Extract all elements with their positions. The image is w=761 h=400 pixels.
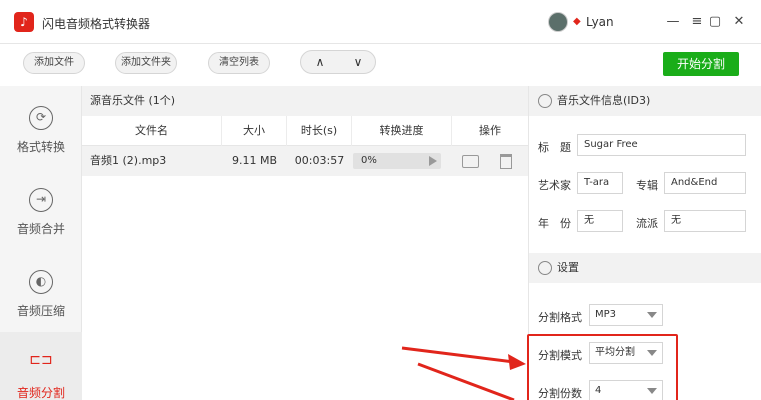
split-icon: ⊏⊐ [29, 352, 53, 368]
clear-list-button[interactable]: 清空列表 [208, 52, 270, 74]
avatar[interactable] [548, 12, 568, 32]
genre-field[interactable]: 无 [664, 210, 746, 232]
format-value: MP3 [595, 309, 617, 320]
add-folder-button[interactable]: 添加文件夹 [115, 52, 177, 74]
genre-label: 流派 [636, 217, 658, 230]
column-header-duration: 时长(s) [287, 116, 352, 146]
title-field[interactable]: Sugar Free [577, 134, 746, 156]
move-down-button[interactable]: ∨ [339, 51, 377, 73]
headphones-icon [538, 94, 552, 108]
vip-badge-icon: ◆ [573, 16, 581, 27]
column-header-name: 文件名 [82, 116, 222, 146]
album-label: 专辑 [636, 179, 658, 192]
play-icon[interactable] [429, 156, 437, 166]
annotation-arrows [401, 346, 526, 400]
trash-icon[interactable] [500, 154, 512, 169]
compress-icon: ◐ [29, 270, 53, 294]
title-bar: ♪ 闪电音频格式转换器 ◆ Lyan — ≡ ▢ ✕ [0, 0, 761, 44]
minimize-button[interactable]: — [664, 12, 682, 32]
sidebar-item-format-convert[interactable]: ⟳ 格式转换 [0, 86, 82, 168]
format-label: 分割格式 [538, 311, 582, 324]
folder-icon[interactable] [462, 155, 479, 168]
sidebar-item-label: 音频压缩 [16, 304, 65, 318]
gear-icon [538, 261, 552, 275]
app-title: 闪电音频格式转换器 [42, 17, 151, 31]
sidebar-item-audio-merge[interactable]: ⇥ 音频合并 [0, 168, 82, 250]
add-file-button[interactable]: 添加文件 [23, 52, 85, 74]
year-label: 年 份 [538, 217, 571, 230]
artist-label: 艺术家 [538, 179, 571, 192]
file-duration: 00:03:57 [294, 154, 345, 167]
progress-bar: 0% [353, 153, 441, 169]
sidebar-item-label: 格式转换 [16, 140, 65, 154]
annotation-arrowhead [508, 354, 526, 370]
maximize-button[interactable]: ▢ [706, 12, 724, 32]
format-select[interactable]: MP3 [589, 304, 663, 326]
highlight-box [527, 334, 678, 400]
restore-button[interactable]: ≡ [688, 12, 706, 32]
start-split-button[interactable]: 开始分割 [663, 52, 739, 76]
sidebar: ⟳ 格式转换 ⇥ 音频合并 ◐ 音频压缩 ⊏⊐ 音频分割 [0, 86, 82, 400]
annotation-arrow-line [401, 346, 515, 364]
table-header: 文件名 大小 时长(s) 转换进度 操作 [82, 116, 528, 146]
column-header-size: 大小 [222, 116, 287, 146]
album-field[interactable]: And&End [664, 172, 746, 194]
sidebar-item-label: 音频合并 [16, 222, 65, 236]
file-count-label: 源音乐文件 (1个) [82, 86, 528, 116]
progress-text: 0% [361, 155, 377, 166]
merge-icon: ⇥ [29, 188, 53, 212]
chevron-down-icon [647, 312, 657, 318]
move-button-group: ∧ ∨ [300, 50, 376, 74]
file-size: 9.11 MB [231, 154, 278, 167]
settings-section-header: 设置 [529, 253, 761, 283]
artist-field[interactable]: T-ara [577, 172, 623, 194]
title-label: 标 题 [538, 141, 571, 154]
id3-section-header: 音乐文件信息(ID3) [529, 86, 761, 116]
sidebar-item-audio-compress[interactable]: ◐ 音频压缩 [0, 250, 82, 332]
sidebar-item-audio-split[interactable]: ⊏⊐ 音频分割 [0, 332, 82, 400]
annotation-arrow-line [417, 362, 515, 400]
refresh-icon: ⟳ [29, 106, 53, 130]
settings-section-title: 设置 [557, 261, 579, 274]
move-up-button[interactable]: ∧ [301, 51, 339, 73]
table-row[interactable]: 音频1 (2).mp3 9.11 MB 00:03:57 0% [82, 146, 528, 176]
id3-section-title: 音乐文件信息(ID3) [557, 94, 651, 107]
username[interactable]: Lyan [586, 15, 614, 29]
file-name: 音频1 (2).mp3 [90, 154, 167, 167]
sidebar-item-label: 音频分割 [16, 386, 65, 400]
year-field[interactable]: 无 [577, 210, 623, 232]
column-header-actions: 操作 [479, 124, 501, 137]
close-button[interactable]: ✕ [730, 12, 748, 32]
app-logo-icon: ♪ [14, 12, 34, 32]
column-header-progress: 转换进度 [352, 116, 452, 146]
